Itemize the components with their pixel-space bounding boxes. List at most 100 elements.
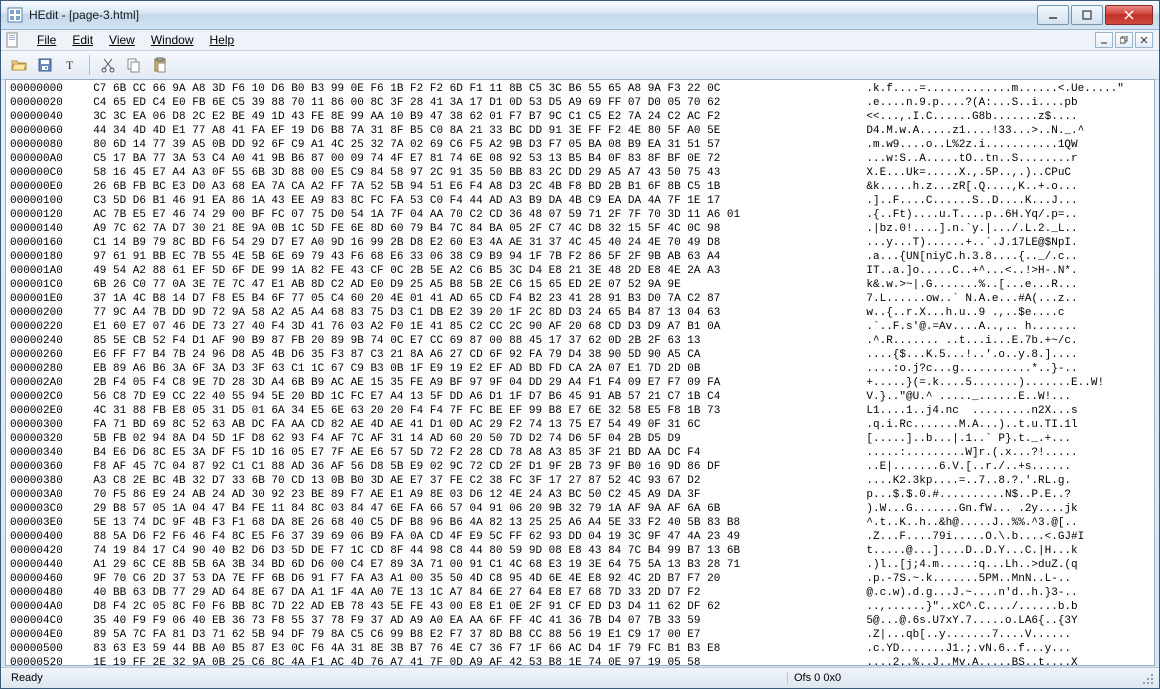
hex-ascii[interactable]: IT..a.]o.....C..+^...<..!>H-.N*.: [840, 264, 1150, 278]
hex-bytes[interactable]: A9 7C 62 7A D7 30 21 8E 9A 0B 1C 5D FE 6…: [80, 222, 840, 236]
hex-bytes[interactable]: AC 7B E5 E7 46 74 29 00 BF FC 07 75 D0 5…: [80, 208, 840, 222]
hex-ascii[interactable]: L1....1..j4.nc .........n2X...s: [840, 404, 1150, 418]
hex-row[interactable]: 000000C0 58 16 45 E7 A4 A3 0F 55 6B 3D 8…: [10, 166, 1150, 180]
hex-row[interactable]: 00000160 C1 14 B9 79 8C BD F6 54 29 D7 E…: [10, 236, 1150, 250]
hex-row[interactable]: 00000420 74 19 84 17 C4 90 40 B2 D6 D3 5…: [10, 544, 1150, 558]
copy-button[interactable]: [122, 53, 146, 77]
paste-button[interactable]: [148, 53, 172, 77]
hex-bytes[interactable]: D8 F4 2C 05 8C F0 F6 BB 8C 7D 22 AD EB 7…: [80, 600, 840, 614]
hex-ascii[interactable]: &k.....h.z...zR[.Q....,K..+.o...: [840, 180, 1150, 194]
hex-ascii[interactable]: <<...,.I.C......G8b.......z$....: [840, 110, 1150, 124]
hex-row[interactable]: 00000140 A9 7C 62 7A D7 30 21 8E 9A 0B 1…: [10, 222, 1150, 236]
hex-row[interactable]: 00000060 44 34 4D 4D E1 77 A8 41 FA EF 1…: [10, 124, 1150, 138]
mdi-restore-button[interactable]: [1115, 32, 1133, 48]
hex-bytes[interactable]: A1 29 6C CE 8B 5B 6A 3B 34 BD 6D D6 00 C…: [80, 558, 840, 572]
hex-ascii[interactable]: ...w:S..A.....tO..tn..S........r: [840, 152, 1150, 166]
hex-row[interactable]: 00000340 B4 E6 D6 8C E5 3A DF F5 1D 16 0…: [10, 446, 1150, 460]
hex-row[interactable]: 000001E0 37 1A 4C B8 14 D7 F8 E5 B4 6F 7…: [10, 292, 1150, 306]
hex-row[interactable]: 00000040 3C 3C EA 06 D8 2C E2 BE 49 1D 4…: [10, 110, 1150, 124]
menu-file[interactable]: File: [29, 31, 64, 49]
hex-bytes[interactable]: 89 5A 7C FA 81 D3 71 62 5B 94 DF 79 8A C…: [80, 628, 840, 642]
hex-row[interactable]: 000003C0 29 B8 57 05 1A 04 47 B4 FE 11 8…: [10, 502, 1150, 516]
hex-row[interactable]: 00000360 F8 AF 45 7C 04 87 92 C1 C1 88 A…: [10, 460, 1150, 474]
hex-bytes[interactable]: 35 40 F9 F9 06 40 EB 36 73 F8 55 37 78 F…: [80, 614, 840, 628]
hex-ascii[interactable]: ...y...T)......+..`.J.17LE@$NpI.: [840, 236, 1150, 250]
menu-view[interactable]: View: [101, 31, 143, 49]
hex-row[interactable]: 000003A0 70 F5 86 E9 24 AB 24 AD 30 92 2…: [10, 488, 1150, 502]
hex-ascii[interactable]: .{..Ft)....u.T....p..6H.Yq/.p=..: [840, 208, 1150, 222]
hex-row[interactable]: 00000300 FA 71 BD 69 8C 52 63 AB DC FA A…: [10, 418, 1150, 432]
hex-bytes[interactable]: FA 71 BD 69 8C 52 63 AB DC FA AA CD 82 A…: [80, 418, 840, 432]
hex-ascii[interactable]: t.....@...]....D..D.Y...C.|H...k: [840, 544, 1150, 558]
menu-edit[interactable]: Edit: [64, 31, 101, 49]
hex-bytes[interactable]: C4 65 ED C4 E0 FB 6E C5 39 88 70 11 86 0…: [80, 96, 840, 110]
hex-bytes[interactable]: 56 C8 7D E9 CC 22 40 55 94 5E 20 BD 1C F…: [80, 390, 840, 404]
hex-bytes[interactable]: C5 17 BA 77 3A 53 C4 A0 41 9B B6 87 00 0…: [80, 152, 840, 166]
hex-row[interactable]: 00000440 A1 29 6C CE 8B 5B 6A 3B 34 BD 6…: [10, 558, 1150, 572]
hex-row[interactable]: 00000280 EB 89 A6 B6 3A 6F 3A D3 3F 63 C…: [10, 362, 1150, 376]
hex-row[interactable]: 00000460 9F 70 C6 2D 37 53 DA 7E FF 6B D…: [10, 572, 1150, 586]
hex-bytes[interactable]: 26 6B FB BC E3 D0 A3 68 EA 7A CA A2 FF 7…: [80, 180, 840, 194]
hex-row[interactable]: 00000520 1E 19 FF 2E 32 9A 0B 25 C6 8C 4…: [10, 656, 1150, 666]
hex-row[interactable]: 00000000 C7 6B CC 66 9A A8 3D F6 10 D6 B…: [10, 82, 1150, 96]
hex-ascii[interactable]: ..E|.......6.V.[..r./..+s......: [840, 460, 1150, 474]
hex-bytes[interactable]: 58 16 45 E7 A4 A3 0F 55 6B 3D 88 00 E5 C…: [80, 166, 840, 180]
hex-row[interactable]: 00000180 97 61 91 BB EC 7B 55 4E 5B 6E 6…: [10, 250, 1150, 264]
hex-bytes[interactable]: 5B FB 02 94 8A D4 5D 1F D8 62 93 F4 AF 7…: [80, 432, 840, 446]
hex-ascii[interactable]: ^.t..K..h..&h@.....J..%%.^3.@[..: [840, 516, 1150, 530]
hex-ascii[interactable]: k&.w.>~|.G.......%..[...e...R...: [840, 278, 1150, 292]
hex-ascii[interactable]: .`..F.s'@.=Av....A..,.. h.......: [840, 320, 1150, 334]
hex-row[interactable]: 000004E0 89 5A 7C FA 81 D3 71 62 5B 94 D…: [10, 628, 1150, 642]
hex-bytes[interactable]: 83 63 E3 59 44 BB A0 B5 87 E3 0C F6 4A 3…: [80, 642, 840, 656]
hex-row[interactable]: 00000480 40 BB 63 DB 77 29 AD 64 8E 67 D…: [10, 586, 1150, 600]
hex-bytes[interactable]: 85 5E CB 52 F4 D1 AF 90 B9 87 FB 20 89 9…: [80, 334, 840, 348]
hex-ascii[interactable]: .m.w9....o..L%2z.i...........1QW: [840, 138, 1150, 152]
hex-row[interactable]: 00000080 80 6D 14 77 39 A5 0B DD 92 6F C…: [10, 138, 1150, 152]
hex-ascii[interactable]: ).W...G.......Gn.fW... .2y....jk: [840, 502, 1150, 516]
hex-row[interactable]: 00000320 5B FB 02 94 8A D4 5D 1F D8 62 9…: [10, 432, 1150, 446]
hex-ascii[interactable]: .)l..[j;4.m.....:q...Lh..>duZ.(q: [840, 558, 1150, 572]
cut-button[interactable]: [96, 53, 120, 77]
hex-bytes[interactable]: C3 5D D6 B1 46 91 EA 86 1A 43 EE A9 83 8…: [80, 194, 840, 208]
hex-bytes[interactable]: 29 B8 57 05 1A 04 47 B4 FE 11 84 8C 03 8…: [80, 502, 840, 516]
hex-bytes[interactable]: C1 14 B9 79 8C BD F6 54 29 D7 E7 A0 9D 1…: [80, 236, 840, 250]
hex-ascii[interactable]: .....:.........W]r.(.x...?!.....: [840, 446, 1150, 460]
hex-row[interactable]: 00000020 C4 65 ED C4 E0 FB 6E C5 39 88 7…: [10, 96, 1150, 110]
hex-bytes[interactable]: A3 C8 2E BC 4B 32 D7 33 6B 70 CD 13 0B B…: [80, 474, 840, 488]
text-mode-button[interactable]: T: [59, 53, 83, 77]
hex-ascii[interactable]: +.....}(=.k....5.......).......E..W!: [840, 376, 1150, 390]
hex-ascii[interactable]: V.}.."@U.^ ....._......E..W!...: [840, 390, 1150, 404]
hex-row[interactable]: 00000380 A3 C8 2E BC 4B 32 D7 33 6B 70 C…: [10, 474, 1150, 488]
hex-editor-area[interactable]: 00000000 C7 6B CC 66 9A A8 3D F6 10 D6 B…: [5, 79, 1155, 666]
hex-view[interactable]: 00000000 C7 6B CC 66 9A A8 3D F6 10 D6 B…: [6, 80, 1154, 666]
hex-bytes[interactable]: 77 9C A4 7B DD 9D 72 9A 58 A2 A5 A4 68 8…: [80, 306, 840, 320]
menu-help[interactable]: Help: [202, 31, 243, 49]
hex-bytes[interactable]: 5E 13 74 DC 9F 4B F3 F1 68 DA 8E 26 68 4…: [80, 516, 840, 530]
hex-row[interactable]: 000000E0 26 6B FB BC E3 D0 A3 68 EA 7A C…: [10, 180, 1150, 194]
hex-bytes[interactable]: 49 54 A2 88 61 EF 5D 6F DE 99 1A 82 FE 4…: [80, 264, 840, 278]
hex-row[interactable]: 000003E0 5E 13 74 DC 9F 4B F3 F1 68 DA 8…: [10, 516, 1150, 530]
hex-bytes[interactable]: 80 6D 14 77 39 A5 0B DD 92 6F C9 A1 4C 2…: [80, 138, 840, 152]
titlebar[interactable]: HEdit - [page-3.html]: [1, 1, 1159, 30]
hex-bytes[interactable]: 4C 31 88 FB E8 05 31 D5 01 6A 34 E5 6E 6…: [80, 404, 840, 418]
hex-ascii[interactable]: 7.L......ow..` N.A.e...#A(...z..: [840, 292, 1150, 306]
hex-bytes[interactable]: 97 61 91 BB EC 7B 55 4E 5B 6E 69 79 43 F…: [80, 250, 840, 264]
maximize-button[interactable]: [1071, 5, 1103, 25]
hex-row[interactable]: 00000100 C3 5D D6 B1 46 91 EA 86 1A 43 E…: [10, 194, 1150, 208]
hex-bytes[interactable]: 9F 70 C6 2D 37 53 DA 7E FF 6B D6 91 F7 F…: [80, 572, 840, 586]
hex-bytes[interactable]: EB 89 A6 B6 3A 6F 3A D3 3F 63 C1 1C 67 C…: [80, 362, 840, 376]
hex-ascii[interactable]: .Z...F....79i.....O.\.b....<.GJ#I: [840, 530, 1150, 544]
hex-row[interactable]: 00000500 83 63 E3 59 44 BB A0 B5 87 E3 0…: [10, 642, 1150, 656]
hex-ascii[interactable]: ....K2.3kp....=..7..8.?.'.RL.g.: [840, 474, 1150, 488]
hex-row[interactable]: 00000400 88 5A D6 F2 F6 46 F4 8C E5 F6 3…: [10, 530, 1150, 544]
hex-bytes[interactable]: 70 F5 86 E9 24 AB 24 AD 30 92 23 BE 89 F…: [80, 488, 840, 502]
hex-bytes[interactable]: E1 60 E7 07 46 DE 73 27 40 F4 3D 41 76 0…: [80, 320, 840, 334]
hex-row[interactable]: 000002C0 56 C8 7D E9 CC 22 40 55 94 5E 2…: [10, 390, 1150, 404]
hex-row[interactable]: 00000200 77 9C A4 7B DD 9D 72 9A 58 A2 A…: [10, 306, 1150, 320]
hex-row[interactable]: 000004A0 D8 F4 2C 05 8C F0 F6 BB 8C 7D 2…: [10, 600, 1150, 614]
hex-row[interactable]: 00000260 E6 FF F7 B4 7B 24 96 D8 A5 4B D…: [10, 348, 1150, 362]
hex-ascii[interactable]: .q.i.Rc.......M.A...)..t.u.TI.1l: [840, 418, 1150, 432]
hex-ascii[interactable]: .p.-7S.~.k.......5PM..MnN..L-..: [840, 572, 1150, 586]
hex-bytes[interactable]: 44 34 4D 4D E1 77 A8 41 FA EF 19 D6 B8 7…: [80, 124, 840, 138]
hex-row[interactable]: 000001C0 6B 26 C0 77 0A 3E 7E 7C 47 E1 A…: [10, 278, 1150, 292]
